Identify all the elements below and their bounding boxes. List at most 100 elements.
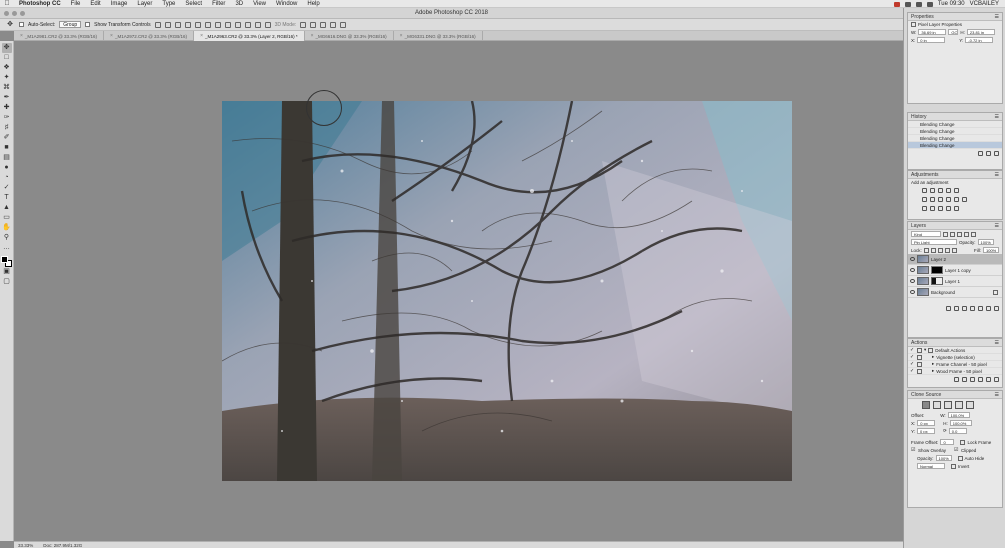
close-tab-icon[interactable]: × bbox=[200, 33, 203, 39]
color-balance-icon[interactable] bbox=[930, 197, 935, 202]
group-icon[interactable] bbox=[978, 306, 983, 311]
path-select-icon[interactable]: ▲ bbox=[2, 203, 12, 213]
menu-layer[interactable]: Layer bbox=[132, 1, 157, 7]
menu-window[interactable]: Window bbox=[271, 1, 302, 7]
auto-select-dropdown[interactable]: Group bbox=[59, 21, 82, 28]
clone-stamp-icon[interactable]: ♯ bbox=[2, 123, 12, 133]
brightness-icon[interactable] bbox=[922, 188, 927, 193]
check-icon[interactable]: ✓ bbox=[910, 361, 915, 367]
foreground-color-swatch[interactable] bbox=[1, 256, 8, 263]
clone-source-header[interactable]: Clone Source ☰ bbox=[908, 391, 1002, 399]
visibility-eye-icon[interactable] bbox=[910, 257, 915, 261]
minimize-window-icon[interactable] bbox=[12, 11, 17, 16]
layer-fill-field[interactable]: 100% bbox=[983, 247, 999, 253]
trash-icon[interactable] bbox=[994, 306, 999, 311]
document-tab[interactable]: × _MG6331.DNG @ 33.3% (RGB/16) bbox=[394, 31, 483, 41]
play-icon[interactable] bbox=[970, 377, 975, 382]
history-brush-icon[interactable]: ✐ bbox=[2, 133, 12, 143]
slide-3d-icon[interactable] bbox=[330, 21, 337, 28]
blend-mode-dropdown[interactable]: Pin Light bbox=[911, 239, 957, 245]
black-white-icon[interactable] bbox=[938, 197, 943, 202]
trash-icon[interactable] bbox=[994, 377, 999, 382]
width-field[interactable]: 36.69 in bbox=[918, 29, 947, 35]
dodge-tool-icon[interactable]: ◔ bbox=[2, 173, 12, 183]
hue-saturation-icon[interactable] bbox=[922, 197, 927, 202]
levels-icon[interactable] bbox=[930, 188, 935, 193]
canvas-area[interactable] bbox=[14, 41, 903, 541]
quick-select-icon[interactable]: ✦ bbox=[2, 73, 12, 83]
blur-tool-icon[interactable]: ● bbox=[2, 163, 12, 173]
clone-source-slot[interactable] bbox=[933, 401, 941, 409]
type-tool-icon[interactable]: T bbox=[2, 193, 12, 203]
properties-header[interactable]: Properties ☰ bbox=[908, 13, 1002, 21]
more-tools-icon[interactable]: … bbox=[2, 243, 12, 253]
zoom-level[interactable]: 33.33% bbox=[18, 543, 33, 548]
action-item[interactable]: ✓ ▸ Vignette (selection) bbox=[908, 354, 1002, 361]
layer-name[interactable]: Layer 1 copy bbox=[945, 268, 971, 273]
panel-menu-icon[interactable]: ☰ bbox=[995, 14, 1002, 20]
new-set-icon[interactable] bbox=[978, 377, 983, 382]
lock-image-icon[interactable] bbox=[930, 247, 936, 253]
camera-icon[interactable] bbox=[986, 151, 991, 156]
new-action-icon[interactable] bbox=[986, 377, 991, 382]
close-window-icon[interactable] bbox=[4, 11, 9, 16]
layer-row[interactable]: Layer 1 bbox=[908, 276, 1002, 287]
record-icon[interactable] bbox=[962, 377, 967, 382]
move-tool-icon[interactable]: ✥ bbox=[1, 43, 12, 53]
selective-color-icon[interactable] bbox=[954, 206, 959, 211]
invert-icon[interactable] bbox=[922, 206, 927, 211]
scale-3d-icon[interactable] bbox=[340, 21, 347, 28]
clone-source-slot[interactable] bbox=[966, 401, 974, 409]
orbit-3d-icon[interactable] bbox=[300, 21, 307, 28]
distribute-icon[interactable] bbox=[224, 21, 231, 28]
filter-type-icon[interactable] bbox=[957, 231, 962, 237]
dialog-toggle-icon[interactable] bbox=[917, 354, 922, 360]
layer-row[interactable]: Background bbox=[908, 287, 1002, 298]
panel-menu-icon[interactable]: ☰ bbox=[995, 392, 1002, 398]
distribute-icon[interactable] bbox=[244, 21, 251, 28]
show-overlay-checkbox[interactable]: ☑ bbox=[911, 447, 916, 453]
menu-3d[interactable]: 3D bbox=[230, 1, 248, 7]
panel-menu-icon[interactable]: ☰ bbox=[995, 340, 1002, 346]
clone-y-field[interactable]: 0 px bbox=[917, 428, 936, 434]
visibility-eye-icon[interactable] bbox=[910, 268, 915, 272]
distribute-icon[interactable] bbox=[254, 21, 261, 28]
y-field[interactable]: -0.72 in bbox=[965, 37, 994, 43]
check-icon[interactable]: ✓ bbox=[910, 368, 915, 374]
history-item[interactable]: Blending Change bbox=[908, 128, 1002, 135]
menu-select[interactable]: Select bbox=[180, 1, 207, 7]
document-tab[interactable]: × _M1A2981.CR2 @ 33.3% (RGB/16) bbox=[14, 31, 105, 41]
x-field[interactable]: 0 in bbox=[917, 37, 946, 43]
history-item[interactable]: Blending Change bbox=[908, 135, 1002, 142]
color-lookup-icon[interactable] bbox=[962, 197, 967, 202]
healing-brush-icon[interactable]: ✚ bbox=[2, 103, 12, 113]
layer-mask-thumbnail[interactable] bbox=[931, 266, 943, 274]
align-bottom-icon[interactable] bbox=[174, 21, 181, 28]
clone-source-slot[interactable] bbox=[922, 401, 930, 409]
add-mask-icon[interactable] bbox=[962, 306, 967, 311]
brush-tool-icon[interactable]: ✑ bbox=[2, 113, 12, 123]
panel-menu-icon[interactable]: ☰ bbox=[995, 172, 1002, 178]
battery-icon[interactable] bbox=[926, 1, 933, 7]
document-tab[interactable]: × _M1A2972.CR2 @ 33.3% (RGB/16) bbox=[104, 31, 195, 41]
posterize-icon[interactable] bbox=[930, 206, 935, 211]
align-center-icon[interactable] bbox=[194, 21, 201, 28]
doc-size[interactable]: Doc: 287.9M/1.32G bbox=[43, 543, 82, 548]
lock-transparent-icon[interactable] bbox=[923, 247, 929, 253]
menu-help[interactable]: Help bbox=[302, 1, 324, 7]
layer-name[interactable]: Layer 2 bbox=[931, 257, 946, 262]
overlay-mode-dropdown[interactable]: Normal bbox=[917, 463, 945, 469]
eraser-tool-icon[interactable]: ■ bbox=[2, 143, 12, 153]
close-tab-icon[interactable]: × bbox=[400, 33, 403, 39]
layer-name[interactable]: Layer 1 bbox=[945, 279, 960, 284]
screen-mode-icon[interactable]: ▢ bbox=[2, 277, 12, 287]
clipped-checkbox[interactable]: ☑ bbox=[954, 447, 959, 453]
chevron-right-icon[interactable]: ▸ bbox=[932, 354, 934, 360]
check-icon[interactable]: ✓ bbox=[910, 354, 915, 360]
filter-shape-icon[interactable] bbox=[964, 231, 969, 237]
layer-row[interactable]: Layer 2 bbox=[908, 254, 1002, 265]
filter-adjustment-icon[interactable] bbox=[950, 231, 955, 237]
panel-menu-icon[interactable]: ☰ bbox=[995, 114, 1002, 120]
filter-pixel-icon[interactable] bbox=[943, 231, 948, 237]
action-item[interactable]: ✓ ▸ Frame Channel - 50 pixel bbox=[908, 361, 1002, 368]
